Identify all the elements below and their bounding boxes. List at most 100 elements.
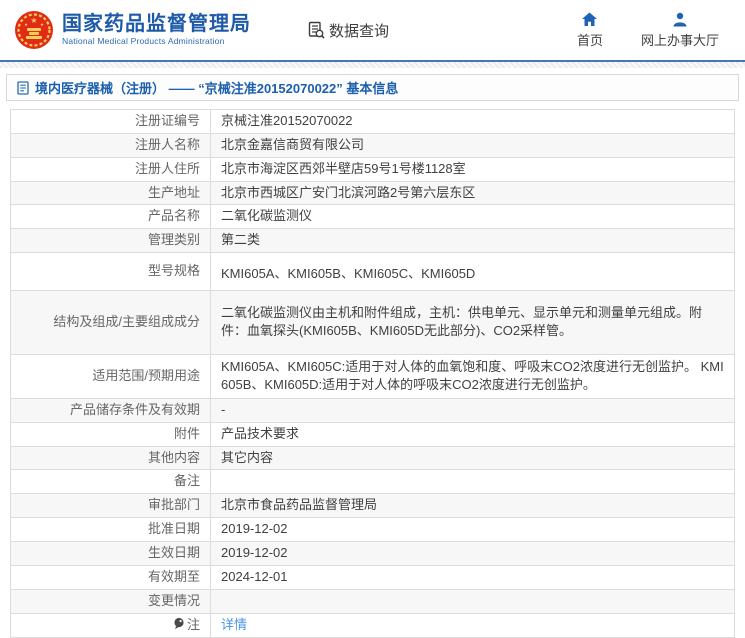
row-label: 适用范围/预期用途 <box>10 353 211 399</box>
row-label: 变更情况 <box>10 588 211 614</box>
table-row: 型号规格 KMI605A、KMI605B、KMI605C、KMI605D <box>10 252 735 291</box>
row-value: 二氧化碳监测仪 <box>210 204 735 230</box>
row-label-text: 有效期至 <box>147 568 200 584</box>
row-label: 有效期至 <box>10 564 211 590</box>
row-label-text: 管理类别 <box>147 232 200 248</box>
row-label-text: 型号规格 <box>147 263 200 279</box>
row-value: 北京金嘉信商贸有限公司 <box>210 132 735 158</box>
nav-service-hall[interactable]: 网上办事大厅 <box>641 12 719 49</box>
row-label-text: 其他内容 <box>147 449 200 465</box>
table-row: 有效期至 2024-12-01 <box>10 564 735 590</box>
table-row: 注 详情 <box>10 612 735 638</box>
row-label: 其他内容 <box>10 445 211 471</box>
row-label: 型号规格 <box>10 252 211 291</box>
row-value-text: 二氧化碳监测仪由主机和附件组成，主机：供电单元、显示单元和测量单元组成。附件：血… <box>221 304 703 339</box>
row-label: 生效日期 <box>10 540 211 566</box>
row-label: 注册证编号 <box>10 109 211 134</box>
row-value: 北京市海淀区西郊半壁店59号1号楼1128室 <box>210 156 735 182</box>
table-row: 生产地址 北京市西城区广安门北滨河路2号第六层东区 <box>10 180 735 206</box>
table-row: 注册人名称 北京金嘉信商贸有限公司 <box>10 132 735 158</box>
site-header: ★ ★ ★ 国家药品监督管理局 National Medical Product… <box>0 0 745 60</box>
table-row: 产品名称 二氧化碳监测仪 <box>10 204 735 230</box>
data-query-link[interactable]: 数据查询 <box>307 20 389 41</box>
row-value-text: 第二类 <box>221 232 261 248</box>
row-label-text: 变更情况 <box>147 592 200 608</box>
row-value: 二氧化碳监测仪由主机和附件组成，主机：供电单元、显示单元和测量单元组成。附件：血… <box>210 289 735 355</box>
logo-title-en: National Medical Products Administration <box>62 36 225 47</box>
row-label-text: 批准日期 <box>147 521 200 537</box>
row-label-text: 产品名称 <box>147 208 200 224</box>
row-value: KMI605A、KMI605B、KMI605C、KMI605D <box>210 252 735 291</box>
row-label: 附件 <box>10 421 211 447</box>
table-row: 注册人住所 北京市海淀区西郊半壁店59号1号楼1128室 <box>10 156 735 182</box>
document-icon <box>17 80 29 95</box>
row-label: 审批部门 <box>10 493 211 519</box>
breadcrumb: 境内医疗器械（注册） —— “京械注准20152070022” 基本信息 <box>6 74 739 101</box>
svg-text:★: ★ <box>40 22 44 27</box>
table-row: 适用范围/预期用途 KMI605A、KMI605C:适用于对人体的血氧饱和度、呼吸… <box>10 353 735 399</box>
row-value: KMI605A、KMI605C:适用于对人体的血氧饱和度、呼吸末CO2浓度进行无… <box>210 353 735 399</box>
row-value-text: 其它内容 <box>221 449 274 465</box>
row-value: 产品技术要求 <box>210 421 735 447</box>
row-label-text: 产品储存条件及有效期 <box>69 401 200 417</box>
table-row: 管理类别 第二类 <box>10 228 735 254</box>
row-value-text: KMI605A、KMI605B、KMI605C、KMI605D <box>221 266 476 282</box>
breadcrumb-text: 境内医疗器械（注册） —— “京械注准20152070022” 基本信息 <box>35 81 399 96</box>
row-value: 北京市食品药品监督管理局 <box>210 493 735 519</box>
row-value-text: 二氧化碳监测仪 <box>221 208 313 224</box>
logo: ★ ★ ★ 国家药品监督管理局 National Medical Product… <box>14 10 251 50</box>
table-row: 批准日期 2019-12-02 <box>10 517 735 542</box>
logo-title-zh: 国家药品监督管理局 <box>62 13 251 36</box>
row-value-text: 产品技术要求 <box>221 425 300 441</box>
row-value-text: 北京金嘉信商贸有限公司 <box>221 136 365 152</box>
row-label-text: 生效日期 <box>147 544 200 560</box>
home-icon <box>582 12 598 26</box>
row-label-text: 审批部门 <box>147 497 200 513</box>
row-value: 详情 <box>210 612 735 638</box>
row-label-text: 附件 <box>173 425 200 441</box>
table-row: 结构及组成/主要组成成分 二氧化碳监测仪由主机和附件组成，主机：供电单元、显示单元… <box>10 289 735 355</box>
table-row: 审批部门 北京市食品药品监督管理局 <box>10 493 735 519</box>
svg-text:★: ★ <box>24 22 28 27</box>
table-row: 附件 产品技术要求 <box>10 421 735 447</box>
row-label: 注册人住所 <box>10 156 211 182</box>
row-value <box>210 588 735 614</box>
row-label-text: 注册证编号 <box>134 113 200 128</box>
table-row: 变更情况 <box>10 588 735 614</box>
row-value: 其它内容 <box>210 445 735 471</box>
row-value: - <box>210 397 735 423</box>
row-label-text: 注册人名称 <box>134 136 200 152</box>
row-value-text: 2019-12-02 <box>221 544 288 560</box>
row-value: 北京市西城区广安门北滨河路2号第六层东区 <box>210 180 735 206</box>
nav-home-label: 首页 <box>576 32 603 48</box>
nav-service-hall-label: 网上办事大厅 <box>640 32 719 48</box>
info-table-body: 注册证编号 京械注准20152070022 注册人名称 北京金嘉信商贸有限公司注册人住… <box>10 109 735 638</box>
row-value: 2024-12-01 <box>210 564 735 590</box>
svg-text:★: ★ <box>30 16 37 25</box>
row-value: 2019-12-02 <box>210 540 735 566</box>
row-label: 产品储存条件及有效期 <box>10 397 211 423</box>
national-emblem-icon: ★ ★ ★ <box>15 11 53 49</box>
row-value: 2019-12-02 <box>210 517 735 542</box>
row-label: 结构及组成/主要组成成分 <box>10 289 211 355</box>
row-value: 第二类 <box>210 228 735 254</box>
header-nav: 首页 网上办事大厅 <box>577 12 733 49</box>
details-link[interactable]: 详情 <box>221 617 247 632</box>
row-value-text: KMI605A、KMI605C:适用于对人体的血氧饱和度、呼吸末CO2浓度进行无… <box>221 358 724 393</box>
table-row: 注册证编号 京械注准20152070022 <box>10 109 735 134</box>
nav-home[interactable]: 首页 <box>577 12 603 49</box>
row-value-text: 2024-12-01 <box>221 568 288 584</box>
row-label-text: 备注 <box>173 473 200 489</box>
row-label: 管理类别 <box>10 228 211 254</box>
row-value-text: 北京市食品药品监督管理局 <box>221 497 378 513</box>
table-row: 其他内容 其它内容 <box>10 445 735 471</box>
row-label: 批准日期 <box>10 517 211 542</box>
row-label: 产品名称 <box>10 204 211 230</box>
row-label: 备注 <box>10 469 211 495</box>
row-label-text: 注册人住所 <box>134 160 200 176</box>
table-row: 生效日期 2019-12-02 <box>10 540 735 566</box>
row-value-text: - <box>221 401 226 417</box>
row-value-text: 北京市海淀区西郊半壁店59号1号楼1128室 <box>221 160 466 176</box>
row-label-text: 结构及组成/主要组成成分 <box>53 313 200 329</box>
data-query-label: 数据查询 <box>329 22 390 40</box>
